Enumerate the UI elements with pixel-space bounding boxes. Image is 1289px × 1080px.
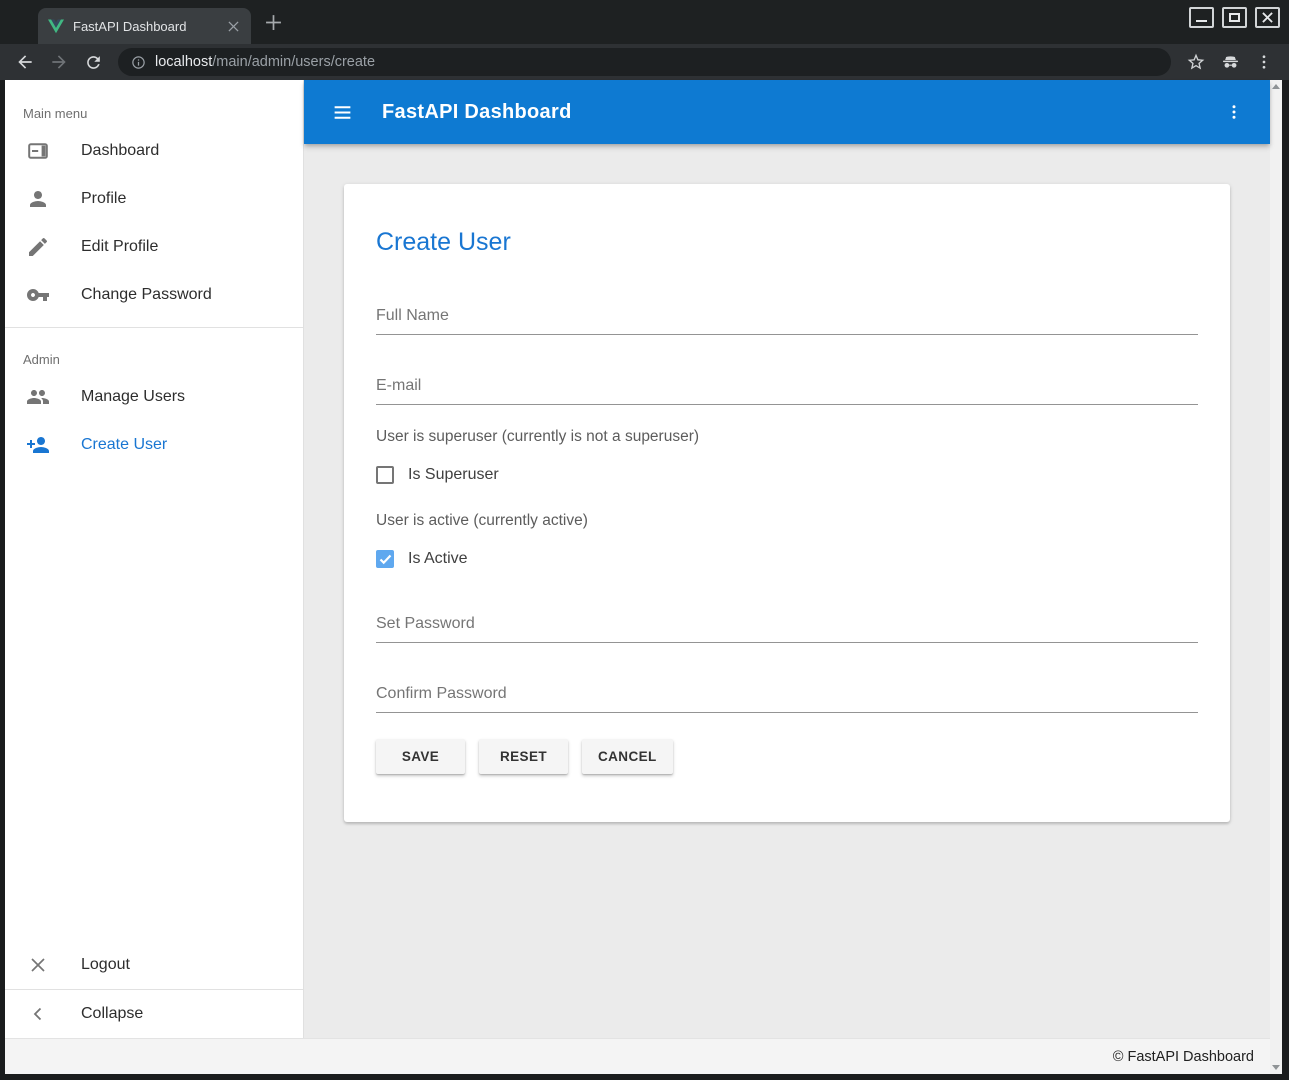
sidebar-item-label: Dashboard [81, 142, 159, 160]
people-icon [26, 385, 50, 409]
hamburger-menu-icon[interactable] [330, 100, 354, 124]
sidebar-item-create-user[interactable]: Create User [5, 421, 303, 469]
sidebar-item-manage-users[interactable]: Manage Users [5, 373, 303, 421]
sidebar-item-label: Profile [81, 190, 126, 208]
sidebar-item-label: Logout [81, 956, 130, 974]
app-bar: FastAPI Dashboard [304, 80, 1270, 144]
sidebar: Main menu Dashboard [5, 80, 304, 1038]
person-icon [26, 187, 50, 211]
dashboard-icon [26, 139, 50, 163]
url-path: /main/admin/users/create [212, 54, 375, 70]
browser-tab[interactable]: FastAPI Dashboard [38, 8, 251, 44]
forward-button[interactable] [42, 46, 76, 78]
window-controls [1189, 7, 1280, 28]
sidebar-item-label: Manage Users [81, 388, 185, 406]
pencil-icon [26, 235, 50, 259]
full-name-field-wrap [376, 307, 1198, 335]
sidebar-item-change-password[interactable]: Change Password [5, 271, 303, 319]
sidebar-bottom: Logout Collapse [5, 941, 303, 1038]
url-text: localhost/main/admin/users/create [155, 54, 375, 70]
tab-close-icon[interactable] [225, 18, 241, 34]
tab-title: FastAPI Dashboard [73, 19, 216, 34]
browser-toolbar: localhost/main/admin/users/create [0, 44, 1289, 80]
sidebar-item-label: Edit Profile [81, 238, 158, 256]
scrollbar-down-button[interactable] [1272, 1065, 1280, 1070]
window-frame: Main menu Dashboard [0, 80, 1289, 1080]
main-content: Create User User is superuser (currently… [304, 144, 1270, 1038]
window-minimize-button[interactable] [1189, 7, 1214, 28]
cancel-button[interactable]: CANCEL [582, 739, 673, 774]
vue-favicon-icon [48, 19, 64, 34]
page-footer: © FastAPI Dashboard [5, 1038, 1270, 1074]
is-active-checkbox-row[interactable]: Is Active [376, 550, 468, 568]
bookmark-star-icon[interactable] [1179, 46, 1213, 78]
sidebar-item-edit-profile[interactable]: Edit Profile [5, 223, 303, 271]
sidebar-item-label: Change Password [81, 286, 212, 304]
sidebar-item-logout[interactable]: Logout [5, 941, 303, 989]
web-page: Main menu Dashboard [5, 80, 1282, 1074]
url-host: localhost [155, 54, 212, 70]
confirm-password-field-wrap [376, 685, 1198, 713]
save-button[interactable]: SAVE [376, 739, 465, 774]
person-add-icon [26, 433, 50, 457]
active-hint: User is active (currently active) [376, 512, 1198, 530]
incognito-icon [1213, 46, 1247, 78]
sidebar-caption-main: Main menu [5, 80, 303, 127]
browser-menu-button[interactable] [1247, 46, 1281, 78]
window-maximize-button[interactable] [1222, 7, 1247, 28]
is-active-checkbox[interactable] [376, 550, 394, 568]
appbar-menu-button[interactable] [1222, 100, 1246, 124]
new-tab-button[interactable] [265, 14, 282, 31]
is-superuser-checkbox[interactable] [376, 466, 394, 484]
sidebar-caption-admin: Admin [5, 336, 303, 373]
create-user-card: Create User User is superuser (currently… [344, 184, 1230, 822]
chevron-left-icon [26, 1002, 50, 1026]
form-buttons: SAVE RESET CANCEL [376, 739, 1198, 774]
sidebar-item-profile[interactable]: Profile [5, 175, 303, 223]
is-superuser-label: Is Superuser [408, 466, 499, 484]
is-active-label: Is Active [408, 550, 468, 568]
is-superuser-checkbox-row[interactable]: Is Superuser [376, 466, 499, 484]
page-scrollbar[interactable] [1270, 80, 1282, 1074]
back-button[interactable] [8, 46, 42, 78]
sidebar-item-collapse[interactable]: Collapse [5, 990, 303, 1038]
sidebar-divider [5, 327, 303, 328]
sidebar-item-label: Collapse [81, 1005, 143, 1023]
page-title: Create User [376, 228, 1198, 257]
set-password-field-wrap [376, 615, 1198, 643]
browser-titlebar: FastAPI Dashboard [0, 0, 1289, 44]
key-icon [26, 283, 50, 307]
email-input[interactable] [376, 377, 1198, 405]
site-info-button[interactable] [131, 55, 146, 70]
superuser-hint: User is superuser (currently is not a su… [376, 428, 1198, 446]
full-name-input[interactable] [376, 307, 1198, 335]
appbar-title: FastAPI Dashboard [382, 101, 1222, 124]
set-password-input[interactable] [376, 615, 1198, 643]
scrollbar-up-button[interactable] [1272, 84, 1280, 89]
email-field-wrap [376, 377, 1198, 405]
address-bar[interactable]: localhost/main/admin/users/create [118, 48, 1171, 76]
window-close-button[interactable] [1255, 7, 1280, 28]
sidebar-item-dashboard[interactable]: Dashboard [5, 127, 303, 175]
sidebar-item-label: Create User [81, 436, 167, 454]
reload-button[interactable] [76, 46, 110, 78]
close-icon [26, 953, 50, 977]
browser-window: FastAPI Dashboard [0, 0, 1289, 1080]
confirm-password-input[interactable] [376, 685, 1198, 713]
reset-button[interactable]: RESET [479, 739, 568, 774]
footer-copyright: © FastAPI Dashboard [1113, 1049, 1254, 1065]
